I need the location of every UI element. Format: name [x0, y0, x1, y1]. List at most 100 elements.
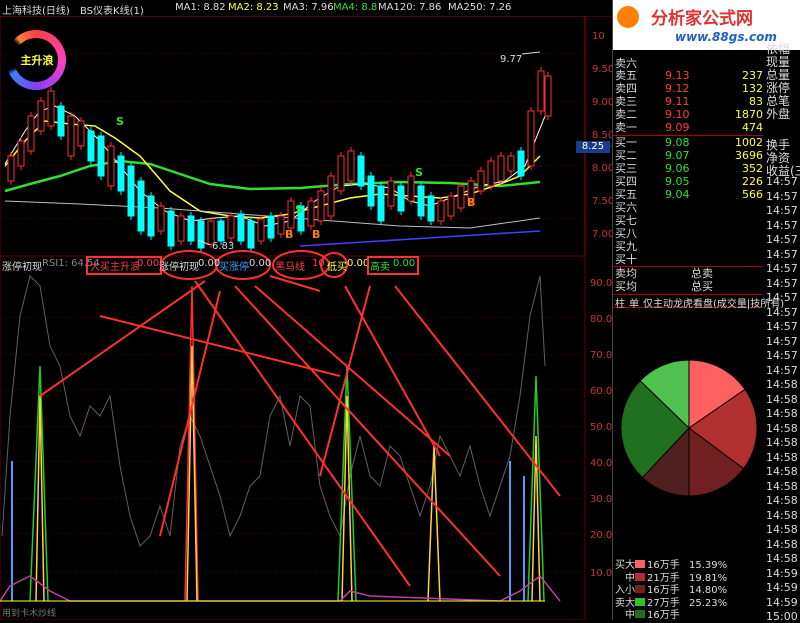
label-buy-limit-up: 买涨停 — [219, 262, 249, 273]
trade-time: 14:57 — [766, 363, 798, 377]
candle-body — [257, 218, 265, 242]
candle-body — [47, 90, 55, 127]
candle-body — [447, 195, 455, 217]
order-flow-pie — [620, 359, 758, 497]
candle-body — [27, 115, 35, 152]
candle-body — [217, 220, 225, 242]
logo-icon — [617, 6, 639, 28]
buy-signal: B — [467, 196, 475, 209]
rsi-baseline — [0, 574, 561, 602]
candle-body — [427, 195, 435, 222]
pie-legend: 买大 16万手 15.39% 中 21万手 19.81% 入小 16万手 14.80% 卖大 27万… — [613, 556, 763, 621]
trade-time: 14:59 — [766, 566, 798, 580]
candle-body — [517, 150, 525, 177]
rsi-panel-title: 涨停初现 — [2, 262, 42, 273]
ask-row: 卖二 9.10 1870 — [615, 108, 763, 121]
candle-body — [527, 110, 535, 167]
candle-body — [107, 145, 115, 187]
ask-row: 卖四 9.12 132 — [615, 82, 763, 95]
trade-time: 14:58 — [766, 421, 798, 435]
trade-time: 14:58 — [766, 450, 798, 464]
trade-time: 14:57 — [766, 175, 798, 188]
candle-body — [187, 215, 195, 242]
ma250-value: MA250: 7.26 — [448, 2, 512, 13]
trade-time: 14:57 — [766, 349, 798, 362]
trade-time: 14:58 — [766, 552, 798, 565]
tab-bars[interactable]: 柱 — [615, 295, 625, 310]
sell-avg-row: 卖均 总卖 — [615, 267, 713, 280]
candle-body — [327, 175, 335, 217]
label-high-sell: 高卖 — [370, 262, 390, 273]
bid-row: 买八 — [615, 227, 637, 240]
chart-area[interactable]: S S S B B B 9.77 6.83 — [0, 16, 612, 620]
sell-signal: S — [415, 166, 423, 179]
bid-row: 买五 9.04 566 — [615, 188, 763, 201]
gauge-label: 主升浪 — [20, 54, 54, 67]
label-limit-up-start: 涨停初现 — [159, 262, 199, 273]
candle-body — [377, 185, 385, 222]
price-tick: 7.50 — [592, 196, 615, 207]
candle-body — [307, 200, 315, 227]
trade-time: 14:59 — [766, 581, 798, 594]
candle-body — [544, 75, 552, 117]
candle-body — [537, 70, 545, 112]
candle-body — [147, 195, 155, 237]
candle-body — [357, 155, 365, 187]
sell-signal: S — [295, 203, 303, 216]
candle-body — [157, 205, 165, 232]
rsi-panel-frame — [0, 255, 586, 620]
bid-row: 买四 9.05 226 — [615, 175, 763, 188]
price-tick: 8.50 — [592, 130, 615, 141]
price-tick: 8.00 — [592, 163, 615, 174]
trade-time: 14:58 — [766, 378, 798, 391]
price-tick: 7.00 — [592, 229, 615, 240]
ask-row: 卖一 9.09 474 — [615, 121, 763, 134]
trade-time: 14:58 — [766, 407, 798, 420]
bid-row: 买二 9.07 3696 — [615, 149, 763, 162]
trade-time: 14:57 — [766, 276, 798, 290]
trade-time: 14:58 — [766, 508, 798, 522]
candlesticks — [7, 67, 552, 252]
trade-time: 14:57 — [766, 291, 798, 304]
tab-active-only[interactable]: 仅主动 — [643, 295, 673, 310]
ma120-value: MA120: 7.86 — [378, 2, 442, 13]
candle-body — [7, 155, 15, 182]
candle-body — [237, 213, 245, 242]
trade-time: 14:58 — [766, 523, 798, 536]
candle-body — [97, 135, 105, 177]
rsi-line — [1, 275, 546, 547]
trade-time: 15:00 — [766, 610, 798, 623]
label-low-buy: 低买 — [327, 262, 347, 273]
candle-body — [177, 215, 185, 242]
label-dark-horse-value: 10 — [312, 258, 325, 269]
candle-body — [137, 180, 145, 232]
candle-body — [197, 220, 205, 249]
candle-body — [507, 155, 515, 172]
candle-body — [347, 150, 355, 182]
candle-body — [497, 155, 505, 182]
candle-body — [407, 175, 415, 202]
trade-time: 14:59 — [766, 595, 798, 609]
ask-row: 卖五 9.13 237 — [615, 69, 763, 82]
candle-body — [387, 180, 395, 207]
trade-time: 14:58 — [766, 436, 798, 449]
candle-body — [117, 155, 125, 192]
tab-single[interactable]: 单 — [629, 295, 639, 310]
candle-body — [337, 155, 345, 192]
quote-panel: 分析家公式网 www.88gs.com 卖六 卖五 9.13 237 卖四 9.12 1… — [612, 0, 800, 623]
trade-time: 14:57 — [766, 320, 798, 333]
label-buy-limit-up-value: 0.00 — [249, 258, 272, 269]
label-big-buy: 大买主升浪 — [90, 262, 140, 273]
legend-row: 中 16万手 — [625, 610, 680, 621]
high-price-label: 9.77 — [500, 54, 522, 65]
signal-spikes — [29, 285, 545, 602]
indicator-name[interactable]: BS仪表K线(1) — [80, 2, 144, 17]
trade-time: 14:57 — [766, 218, 798, 232]
stock-name: 上海科技(日线) — [2, 6, 70, 17]
bottom-caption: 用到卡木炒线 — [2, 609, 57, 619]
ask-row: 卖三 9.11 83 — [615, 95, 763, 108]
candle-body — [267, 215, 275, 239]
trade-time: 14:57 — [766, 204, 798, 217]
label-dark-horse: 黑马线 — [275, 262, 305, 273]
low-price-label: 6.83 — [212, 241, 234, 252]
